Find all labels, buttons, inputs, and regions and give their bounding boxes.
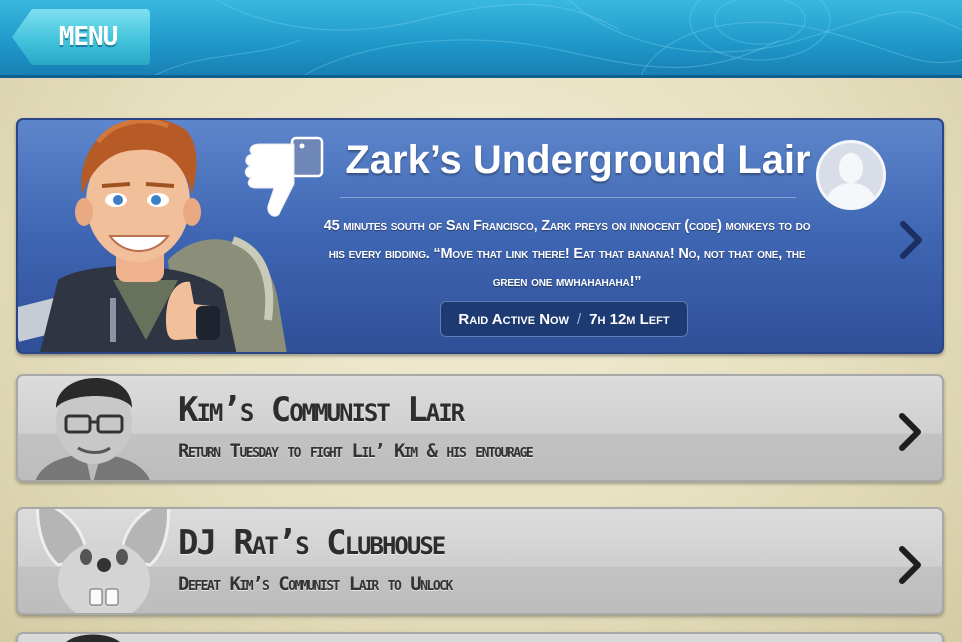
top-bar: MENU (0, 0, 962, 78)
title-divider (340, 197, 796, 198)
chevron-right-icon[interactable] (896, 412, 924, 452)
kim-character-portrait (35, 377, 150, 480)
lair-card-dj-rat[interactable]: DJ Rat’s Clubhouse Defeat Kim’s Communis… (16, 507, 944, 615)
lair-subtitle: Defeat Kim’s Communist Lair to Unlock (178, 573, 453, 595)
thumbs-down-icon (244, 136, 324, 217)
raid-status-text: Raid Active Now (458, 310, 569, 328)
lair-description: 45 minutes south of San Francisco, Zark … (323, 218, 811, 290)
lair-title: Kim’s Communist Lair (178, 390, 465, 430)
lair-title: DJ Rat’s Clubhouse (178, 523, 446, 563)
menu-button-label: MENU (58, 22, 119, 52)
lair-subtitle: Return Tuesday to fight Lil’ Kim & his e… (178, 440, 534, 462)
avatar-silhouette-icon (825, 153, 877, 207)
lair-card-zark[interactable]: Zark’s Underground Lair 45 minutes south… (16, 118, 944, 354)
lair-card-next[interactable] (16, 632, 944, 642)
menu-button[interactable]: MENU (12, 9, 150, 65)
chevron-right-icon[interactable] (896, 545, 924, 585)
next-character-portrait (66, 634, 120, 642)
raid-separator: / (576, 310, 582, 328)
lair-title: Zark’s Underground Lair (345, 138, 811, 182)
dj-rat-character-portrait (36, 509, 170, 613)
lair-card-kim[interactable]: Kim’s Communist Lair Return Tuesday to f… (16, 374, 944, 482)
profile-avatar-icon[interactable] (816, 140, 886, 210)
raid-time-left: 7h 12m Left (589, 310, 670, 328)
chevron-right-icon[interactable] (897, 220, 925, 260)
raid-status-badge: Raid Active Now / 7h 12m Left (440, 301, 688, 337)
